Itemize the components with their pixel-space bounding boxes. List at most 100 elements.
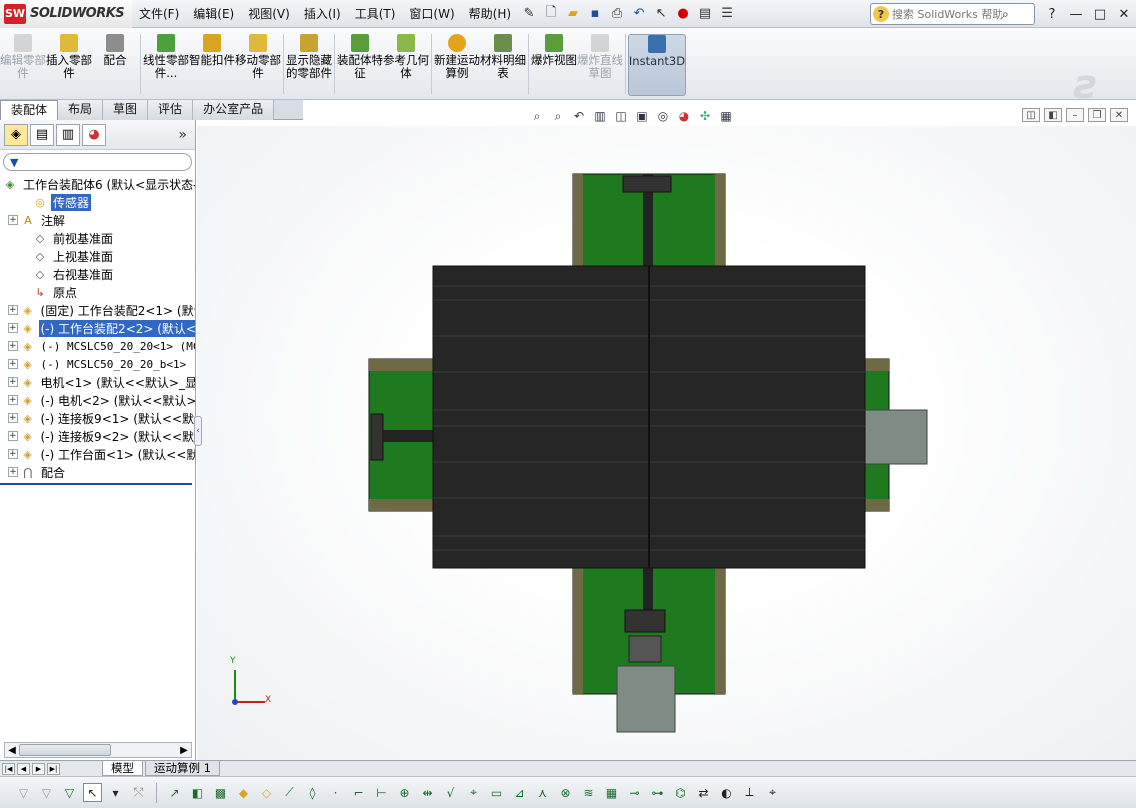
- filter-faces-icon[interactable]: ▩: [211, 783, 230, 802]
- options-icon[interactable]: ☰: [716, 3, 738, 25]
- assembly-features-button[interactable]: 装配体特征: [337, 34, 383, 96]
- minimize-button[interactable]: —: [1064, 7, 1088, 22]
- expand-toggle-icon[interactable]: +: [8, 305, 18, 315]
- filter-reference-icon[interactable]: ⟂: [740, 783, 759, 802]
- expand-toggle-icon[interactable]: +: [8, 413, 18, 423]
- tree-node[interactable]: + ◈ (固定) 工作台装配2<1> (默认<默认_显示状态-1>): [0, 301, 195, 319]
- propertymanager-tab-icon[interactable]: ▤: [30, 123, 54, 146]
- rebuild-traffic-light-icon[interactable]: ●: [672, 3, 694, 25]
- clear-filters-icon[interactable]: ▽: [37, 783, 56, 802]
- tab-evaluate[interactable]: 评估: [148, 100, 194, 120]
- new-document-icon[interactable]: 🗋: [540, 3, 562, 25]
- expand-chevron-icon[interactable]: »: [178, 127, 187, 143]
- viewport-close-icon[interactable]: ✕: [1110, 108, 1128, 122]
- move-component-button[interactable]: 移动零部件: [235, 34, 281, 96]
- edit-component-button[interactable]: 编辑零部件: [0, 34, 46, 96]
- explode-line-sketch-button[interactable]: 爆炸直线草图: [577, 34, 623, 96]
- filter-icon[interactable]: ▼: [10, 156, 18, 169]
- tree-node[interactable]: ↳ 原点: [0, 283, 195, 301]
- filter-dowel-pins-icon[interactable]: ⊸: [625, 783, 644, 802]
- tree-rollback-bar[interactable]: [0, 483, 192, 485]
- filter-notes-icon[interactable]: ▭: [487, 783, 506, 802]
- viewport-restore-icon[interactable]: ❐: [1088, 108, 1106, 122]
- filter-axes-icon[interactable]: ⟋: [280, 783, 299, 802]
- tab-layout[interactable]: 布局: [58, 100, 104, 120]
- menu-window[interactable]: 窗口(W): [402, 5, 461, 22]
- tree-node[interactable]: + ◈ (-) 工作台面<1> (默认<<默认>_显示状态 1>): [0, 445, 195, 463]
- search-magnifier-icon[interactable]: ⌕: [1002, 7, 1009, 22]
- tab-sketch[interactable]: 草图: [103, 100, 149, 120]
- tree-node[interactable]: + ◈ 电机<1> (默认<<默认>_显示状态 1>): [0, 373, 195, 391]
- mate-button[interactable]: 配合: [92, 34, 138, 96]
- tab-motion-study-1[interactable]: 运动算例 1: [145, 761, 220, 776]
- tree-node[interactable]: ◇ 前视基准面: [0, 229, 195, 247]
- filter-vertices-icon[interactable]: ↗: [165, 783, 184, 802]
- help-button[interactable]: ?: [1040, 7, 1064, 22]
- select-all-filters-icon[interactable]: ▽: [60, 783, 79, 802]
- tab-first-icon[interactable]: |◀: [2, 762, 15, 775]
- scroll-left-icon[interactable]: ◀: [5, 745, 19, 756]
- filter-blocks-icon[interactable]: ▦: [602, 783, 621, 802]
- tree-node[interactable]: + ⋂ 配合: [0, 463, 195, 481]
- print-icon[interactable]: ⎙: [606, 3, 628, 25]
- filter-solid-bodies-icon[interactable]: ◆: [234, 783, 253, 802]
- new-motion-study-button[interactable]: 新建运动算例: [434, 34, 480, 96]
- zoom-to-fit-icon[interactable]: ⌕: [528, 107, 546, 125]
- filter-mates-icon[interactable]: ⇄: [694, 783, 713, 802]
- tree-node[interactable]: + A 注解: [0, 211, 195, 229]
- menu-view[interactable]: 视图(V): [241, 5, 297, 22]
- menu-edit[interactable]: 编辑(E): [186, 5, 241, 22]
- filter-sketch-points-icon[interactable]: ·: [326, 783, 345, 802]
- filter-toggle-icon[interactable]: ▽: [14, 783, 33, 802]
- filter-center-marks-icon[interactable]: ⊕: [395, 783, 414, 802]
- filter-light-icon[interactable]: ⌖: [763, 783, 782, 802]
- tab-last-icon[interactable]: ▶|: [47, 762, 60, 775]
- exploded-view-button[interactable]: 爆炸视图: [531, 34, 577, 96]
- display-style-icon[interactable]: ▣: [633, 107, 651, 125]
- tab-prev-icon[interactable]: ◀: [17, 762, 30, 775]
- tree-node[interactable]: + ◈ (-) MCSLC50_20_20_b<1> (默认): [0, 355, 195, 373]
- expand-toggle-icon[interactable]: +: [8, 377, 18, 387]
- select-dropdown-icon[interactable]: ▾: [106, 783, 125, 802]
- close-button[interactable]: ✕: [1112, 7, 1136, 22]
- filter-midpoints-icon[interactable]: ⊢: [372, 783, 391, 802]
- show-hidden-components-button[interactable]: 显示隐藏的零部件: [286, 34, 332, 96]
- expand-toggle-icon[interactable]: +: [8, 395, 18, 405]
- search-input[interactable]: [892, 7, 1002, 21]
- expand-toggle-icon[interactable]: +: [8, 341, 18, 351]
- tree-node[interactable]: + ◈ (-) 连接板9<1> (默认<<默认>_显示状态 1>): [0, 409, 195, 427]
- graphics-area[interactable]: Y X: [197, 126, 1136, 762]
- tree-node[interactable]: + ◈ (-) MCSLC50_20_20<1> (MCSLC50_20_20): [0, 337, 195, 355]
- solidworks-logo[interactable]: SW SOLIDWORKS: [0, 0, 132, 28]
- filter-routing-points-icon[interactable]: ⌬: [671, 783, 690, 802]
- filter-datum-targets-icon[interactable]: ⊗: [556, 783, 575, 802]
- filter-edges-icon[interactable]: ◧: [188, 783, 207, 802]
- tree-node[interactable]: ◇ 上视基准面: [0, 247, 195, 265]
- filter-surface-finish-icon[interactable]: √: [441, 783, 460, 802]
- undo-icon[interactable]: ↶: [628, 3, 650, 25]
- tree-node[interactable]: ◎ 传感器: [0, 193, 195, 211]
- filter-geometric-tolerance-icon[interactable]: ⌖: [464, 783, 483, 802]
- pane-splitter-handle[interactable]: ‹: [194, 416, 202, 446]
- expand-toggle-icon[interactable]: +: [8, 359, 18, 369]
- apply-scene-icon[interactable]: ✣: [696, 107, 714, 125]
- save-icon[interactable]: ▪: [584, 3, 606, 25]
- tree-horizontal-scrollbar[interactable]: ◀ ▶: [4, 742, 192, 758]
- edit-appearance-icon[interactable]: ◕: [675, 107, 693, 125]
- assembly-model[interactable]: [197, 126, 1136, 762]
- viewport-minimize-icon[interactable]: –: [1066, 108, 1084, 122]
- search-box[interactable]: ? ⌕: [870, 3, 1035, 25]
- restore-button[interactable]: □: [1088, 7, 1112, 22]
- menu-tools[interactable]: 工具(T): [348, 5, 403, 22]
- configurationmanager-tab-icon[interactable]: ▥: [56, 123, 80, 146]
- filter-surface-bodies-icon[interactable]: ◇: [257, 783, 276, 802]
- scroll-thumb[interactable]: [19, 744, 111, 756]
- expand-toggle-icon[interactable]: +: [8, 215, 18, 225]
- instant3d-button[interactable]: Instant3D: [628, 34, 686, 96]
- filter-sketch-segments-icon[interactable]: ⌐: [349, 783, 368, 802]
- viewport-split-icon[interactable]: ◫: [1022, 108, 1040, 122]
- file-properties-icon[interactable]: ▤: [694, 3, 716, 25]
- filter-annotation-icon[interactable]: ◐: [717, 783, 736, 802]
- section-view-icon[interactable]: ▥: [591, 107, 609, 125]
- hide-show-items-icon[interactable]: ◎: [654, 107, 672, 125]
